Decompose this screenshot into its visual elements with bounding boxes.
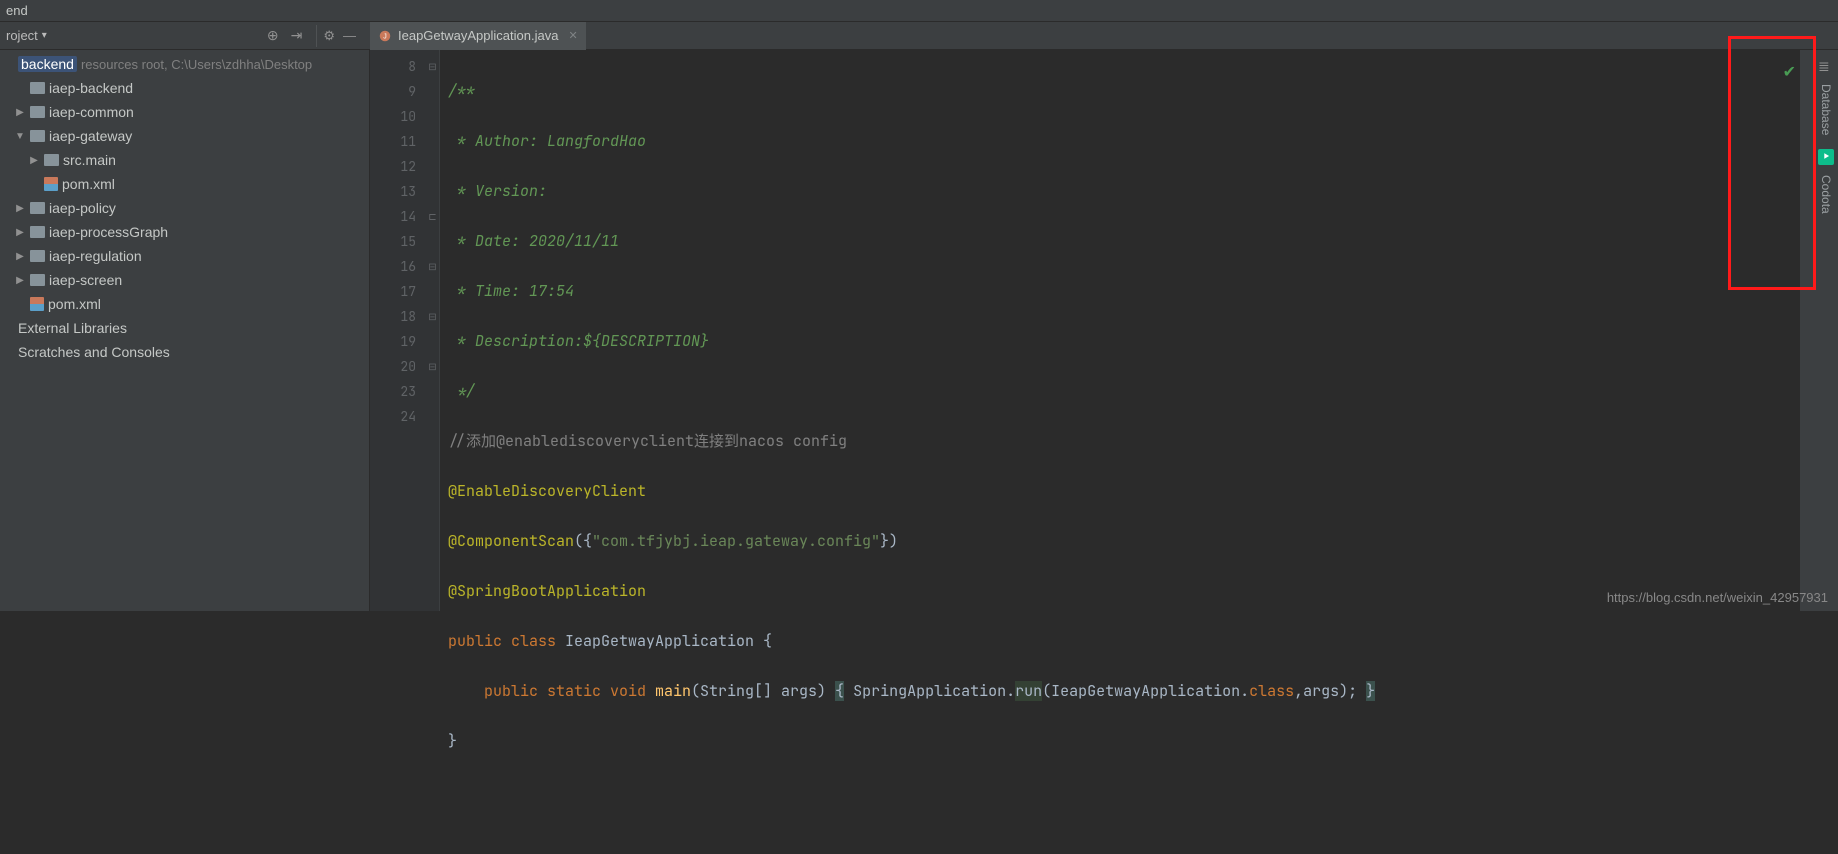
chevron-right-icon[interactable]: ▶ (28, 155, 40, 166)
project-dropdown[interactable]: roject ▾ (6, 28, 47, 43)
watermark: https://blog.csdn.net/weixin_42957931 (1607, 590, 1828, 605)
editor-tab[interactable]: J IeapGetwayApplication.java ✕ (370, 22, 586, 50)
tree-item[interactable]: ▶ iaep-regulation (0, 244, 369, 268)
window-title: end (6, 3, 28, 18)
tree-root[interactable]: ▶ backend resources root, C:\Users\zdhha… (0, 52, 369, 76)
minimize-icon[interactable]: — (343, 28, 356, 43)
database-icon[interactable]: ≣ (1818, 58, 1834, 74)
folder-icon (30, 274, 45, 286)
target-icon[interactable]: ⊕ (267, 27, 279, 44)
tree-item-label: iaep-regulation (49, 248, 142, 264)
chevron-right-icon[interactable]: ▶ (14, 227, 26, 238)
folder-icon (30, 82, 45, 94)
tree-item-label: src.main (63, 152, 116, 168)
line-gutter: 8910111213141516171819202324 (370, 50, 426, 611)
inspection-ok-icon[interactable]: ✔ (1783, 62, 1796, 82)
codota-tool-button[interactable]: Codota (1819, 171, 1833, 218)
tree-item-label: iaep-backend (49, 80, 133, 96)
folder-icon (30, 130, 45, 142)
tree-item[interactable]: ▶ iaep-processGraph (0, 220, 369, 244)
tree-item[interactable]: ▼ iaep-gateway (0, 124, 369, 148)
chevron-right-icon[interactable]: ▶ (14, 275, 26, 286)
project-root-path: resources root, C:\Users\zdhha\Desktop (81, 57, 312, 72)
tree-item[interactable]: ▶pom.xml (0, 172, 369, 196)
right-tool-panel: ≣ Database ⯈ Codota (1814, 50, 1838, 611)
folder-icon (30, 226, 45, 238)
tree-item[interactable]: ▶iaep-backend (0, 76, 369, 100)
chevron-down-icon[interactable]: ▼ (14, 131, 26, 142)
xml-file-icon (30, 297, 44, 311)
tree-item-label: iaep-processGraph (49, 224, 168, 240)
database-tool-button[interactable]: Database (1819, 80, 1833, 139)
divider (316, 25, 317, 47)
svg-text:J: J (383, 33, 387, 40)
scratches-consoles[interactable]: ▶ Scratches and Consoles (0, 340, 369, 364)
tree-item-label: iaep-screen (49, 272, 122, 288)
tree-item-label: pom.xml (62, 176, 115, 192)
tree-item[interactable]: ▶ src.main (0, 148, 369, 172)
close-icon[interactable]: ✕ (568, 29, 577, 42)
folder-icon (30, 250, 45, 262)
tree-item[interactable]: ▶pom.xml (0, 292, 369, 316)
chevron-down-icon: ▾ (42, 30, 47, 41)
editor-scrollbar[interactable] (1800, 50, 1814, 611)
folder-icon (30, 202, 45, 214)
xml-file-icon (44, 177, 58, 191)
title-bar: end (0, 0, 1838, 22)
gear-icon[interactable]: ⚙ (323, 28, 335, 44)
tree-item-label: iaep-policy (49, 200, 116, 216)
java-file-icon: J (378, 29, 392, 43)
tree-item-label: pom.xml (48, 296, 101, 312)
external-libraries[interactable]: ▶ External Libraries (0, 316, 369, 340)
tree-item[interactable]: ▶ iaep-common (0, 100, 369, 124)
tree-item-label: iaep-common (49, 104, 134, 120)
tree-item[interactable]: ▶ iaep-screen (0, 268, 369, 292)
code-content[interactable]: /** * Author: LangfordHao * Version: * D… (440, 50, 1375, 611)
collapse-icon[interactable]: ⇥ (291, 27, 303, 44)
folder-icon (30, 106, 45, 118)
panel-header: roject ▾ ⊕ ⇥ ⚙ — J IeapGetwayApplication… (0, 22, 1838, 50)
project-sidebar[interactable]: ▶ backend resources root, C:\Users\zdhha… (0, 50, 370, 611)
chevron-right-icon[interactable]: ▶ (14, 107, 26, 118)
chevron-right-icon[interactable]: ▶ (14, 203, 26, 214)
tab-filename: IeapGetwayApplication.java (398, 28, 558, 43)
folder-icon (44, 154, 59, 166)
fold-gutter: ⊟ ⊏⊟ ⊟ ⊟ (426, 50, 440, 611)
code-editor[interactable]: 8910111213141516171819202324 ⊟ ⊏⊟ ⊟ ⊟ /*… (370, 50, 1838, 611)
tree-item[interactable]: ▶ iaep-policy (0, 196, 369, 220)
codota-icon[interactable]: ⯈ (1818, 149, 1834, 165)
chevron-right-icon[interactable]: ▶ (14, 251, 26, 262)
project-root-name: backend (18, 56, 77, 72)
tree-item-label: iaep-gateway (49, 128, 132, 144)
